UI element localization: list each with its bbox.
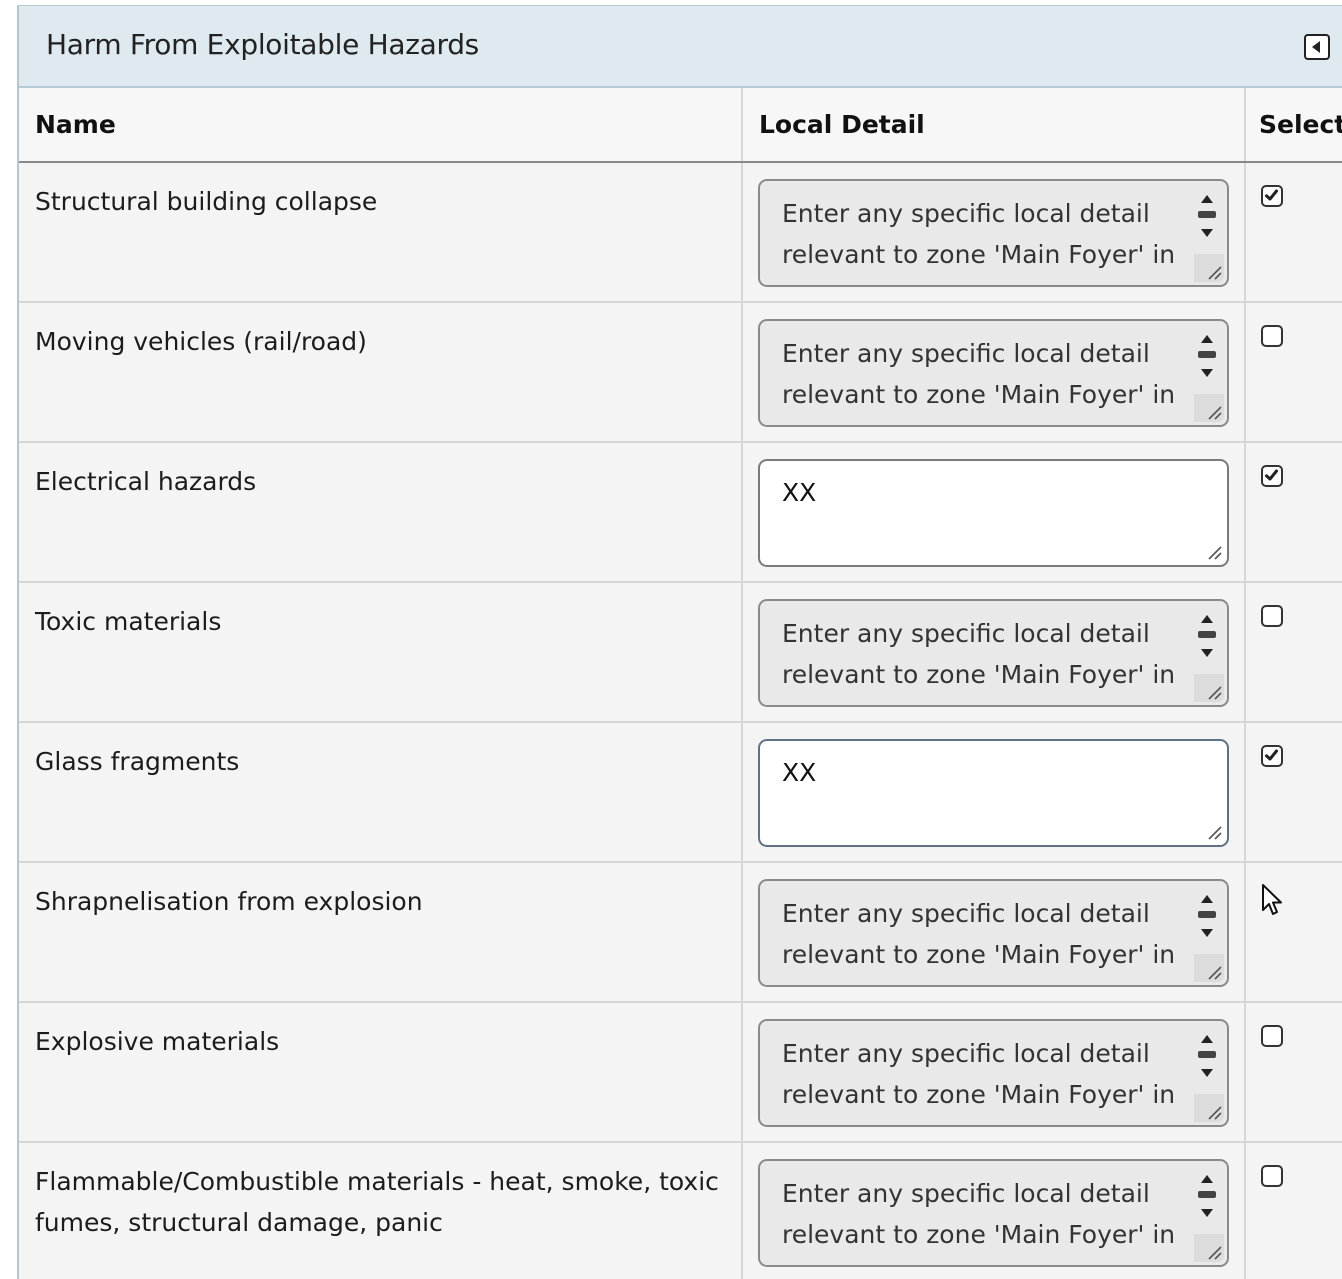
panel-header: Harm From Exploitable Hazards: [19, 6, 1342, 88]
resize-handle[interactable]: [1194, 1234, 1224, 1262]
hazards-table: Name Local Detail Select Structural buil…: [19, 88, 1342, 1279]
resize-handle[interactable]: [1194, 254, 1224, 282]
resize-handle[interactable]: [1194, 814, 1224, 842]
panel-title: Harm From Exploitable Hazards: [46, 28, 479, 61]
table-header-row: Name Local Detail Select: [19, 88, 1342, 163]
resize-handle[interactable]: [1194, 534, 1224, 562]
select-checkbox[interactable]: [1261, 1025, 1283, 1047]
local-detail-text: XX: [782, 478, 817, 507]
local-detail-textarea[interactable]: Enter any specific local detail relevant…: [758, 1019, 1229, 1127]
table-row: Flammable/Combustible materials - heat, …: [19, 1142, 1342, 1279]
hazard-name: Glass fragments: [19, 722, 743, 863]
column-header-select: Select: [1245, 88, 1342, 163]
table-row: Structural building collapse Enter any sp…: [19, 162, 1342, 303]
resize-grip-icon: [1208, 1106, 1222, 1120]
local-detail-textarea[interactable]: Enter any specific local detail relevant…: [758, 879, 1229, 987]
hazard-name: Toxic materials: [19, 582, 743, 723]
select-checkbox[interactable]: [1261, 605, 1283, 627]
table-row: Shrapnelisation from explosion Enter any …: [19, 862, 1342, 1003]
resize-handle[interactable]: [1194, 1094, 1224, 1122]
hazards-panel: Harm From Exploitable Hazards Name Local…: [17, 5, 1342, 1279]
local-detail-text: Enter any specific local detail relevant…: [782, 199, 1176, 269]
local-detail-textarea[interactable]: Enter any specific local detail relevant…: [758, 599, 1229, 707]
hazard-name: Flammable/Combustible materials - heat, …: [19, 1142, 743, 1279]
column-header-name: Name: [19, 88, 743, 163]
scroll-spinner-icon[interactable]: [1195, 1029, 1219, 1085]
resize-grip-icon: [1208, 966, 1222, 980]
local-detail-text: Enter any specific local detail relevant…: [782, 1179, 1176, 1249]
local-detail-text: Enter any specific local detail relevant…: [782, 899, 1176, 969]
resize-handle[interactable]: [1194, 394, 1224, 422]
scroll-spinner-icon[interactable]: [1195, 889, 1219, 945]
resize-grip-icon: [1208, 546, 1222, 560]
resize-grip-icon: [1208, 686, 1222, 700]
resize-grip-icon: [1208, 266, 1222, 280]
resize-grip-icon: [1208, 1246, 1222, 1260]
column-header-local-detail: Local Detail: [742, 88, 1246, 163]
scroll-spinner-icon[interactable]: [1195, 329, 1219, 385]
hazard-name: Explosive materials: [19, 1002, 743, 1143]
local-detail-textarea[interactable]: XX: [758, 459, 1229, 567]
resize-grip-icon: [1208, 826, 1222, 840]
local-detail-textarea[interactable]: Enter any specific local detail relevant…: [758, 179, 1229, 287]
collapse-panel-icon[interactable]: [1304, 34, 1330, 60]
local-detail-text: Enter any specific local detail relevant…: [782, 1039, 1176, 1109]
select-checkbox[interactable]: [1261, 745, 1283, 767]
table-row: Moving vehicles (rail/road) Enter any spe…: [19, 302, 1342, 443]
scroll-spinner-icon[interactable]: [1195, 1169, 1219, 1225]
resize-handle[interactable]: [1194, 954, 1224, 982]
scroll-spinner-icon[interactable]: [1195, 189, 1219, 245]
hazard-name: Moving vehicles (rail/road): [19, 302, 743, 443]
local-detail-text: Enter any specific local detail relevant…: [782, 339, 1176, 409]
table-row: Explosive materials Enter any specific lo…: [19, 1002, 1342, 1143]
local-detail-text: XX: [782, 758, 817, 787]
select-checkbox[interactable]: [1261, 325, 1283, 347]
scroll-spinner-icon[interactable]: [1195, 609, 1219, 665]
resize-handle[interactable]: [1194, 674, 1224, 702]
local-detail-text: Enter any specific local detail relevant…: [782, 619, 1176, 689]
hazard-name: Structural building collapse: [19, 162, 743, 303]
resize-grip-icon: [1208, 406, 1222, 420]
table-row: Electrical hazards XX: [19, 442, 1342, 583]
local-detail-textarea[interactable]: Enter any specific local detail relevant…: [758, 1159, 1229, 1267]
table-row: Glass fragments XX: [19, 722, 1342, 863]
mouse-pointer-icon: [1260, 884, 1286, 923]
table-row: Toxic materials Enter any specific local …: [19, 582, 1342, 723]
hazard-name: Electrical hazards: [19, 442, 743, 583]
hazard-name: Shrapnelisation from explosion: [19, 862, 743, 1003]
local-detail-textarea[interactable]: Enter any specific local detail relevant…: [758, 319, 1229, 427]
select-checkbox[interactable]: [1261, 185, 1283, 207]
local-detail-textarea[interactable]: XX: [758, 739, 1229, 847]
select-checkbox[interactable]: [1261, 465, 1283, 487]
select-checkbox[interactable]: [1261, 1165, 1283, 1187]
